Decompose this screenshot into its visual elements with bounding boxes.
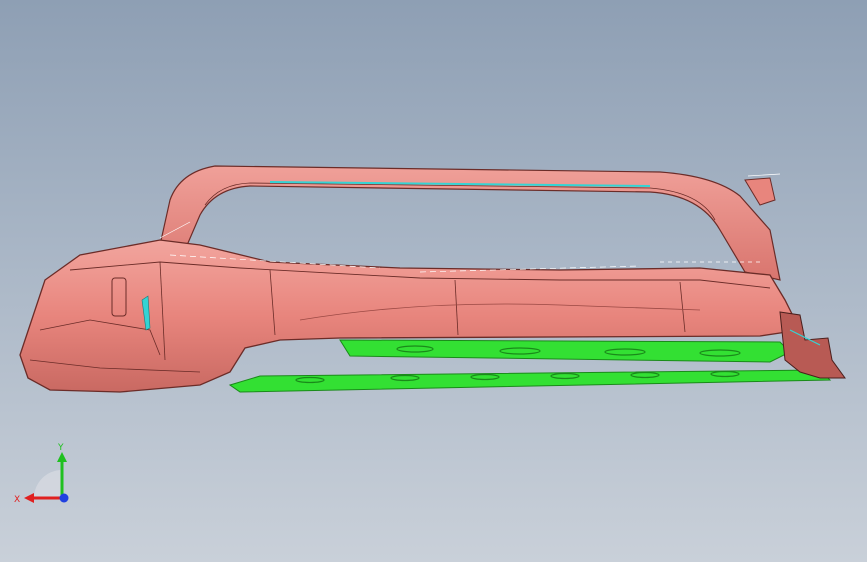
z-axis-icon [59,493,69,503]
right-end-bracket [779,311,846,379]
coordinate-triad-icon: Y X [14,443,69,505]
y-axis-label: Y [57,443,64,453]
bumper-3d-model[interactable] [0,0,867,562]
triad-plane-icon [34,470,62,498]
cad-viewport[interactable]: Y X [0,0,867,562]
x-arrow-icon [24,493,34,503]
y-arrow-icon [57,452,67,462]
x-axis-label: X [14,495,20,505]
lower-seal-strip [228,339,832,393]
